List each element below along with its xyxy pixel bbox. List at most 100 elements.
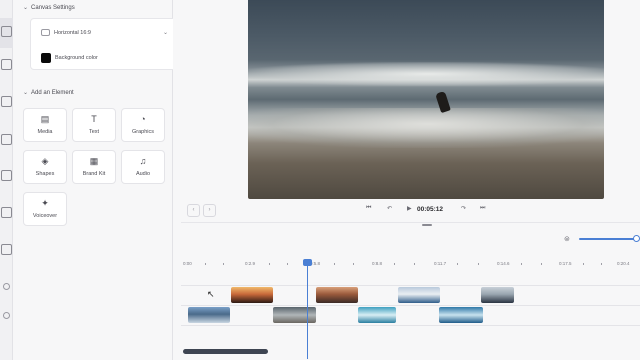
tile-text[interactable]: T Text <box>72 108 116 142</box>
rail-button-media[interactable] <box>0 55 13 85</box>
undo-button[interactable]: ‹ <box>187 204 200 217</box>
canvas-settings-card: Horizontal 16:9 ⌄ Background color <box>30 18 177 70</box>
canvas-settings-title: Canvas Settings <box>31 4 75 11</box>
video-clip[interactable] <box>398 287 440 303</box>
timeline-ruler[interactable]: 0:00 0:2.9 0:5.8 0:8.8 0:11.7 0:14.6 0:1… <box>181 259 640 269</box>
timeline-panel: ⊜ 0:00 0:2.9 0:5.8 0:8.8 0:11.7 0:14.6 0… <box>181 222 640 360</box>
ruler-label: 0:17.5 <box>559 261 572 266</box>
ruler-label: 0:11.7 <box>434 261 447 266</box>
background-color-swatch[interactable] <box>41 53 51 63</box>
tile-voiceover-label: Voiceover <box>32 213 58 219</box>
skip-back-icon[interactable]: ⏮ <box>366 205 371 212</box>
tile-brand-kit-label: Brand Kit <box>82 171 106 177</box>
rail-button-settings[interactable] <box>0 18 13 48</box>
ruler-tick <box>601 263 602 265</box>
track-divider <box>181 285 640 286</box>
ruler-tick <box>583 263 584 265</box>
collapse-handle[interactable] <box>422 224 432 226</box>
graphics-icon: ◔ <box>140 114 146 124</box>
help-icon[interactable] <box>3 283 10 290</box>
ruler-tick <box>541 263 542 265</box>
video-clip[interactable] <box>316 287 358 303</box>
ruler-tick <box>334 263 335 265</box>
brand-rail-icon <box>1 207 12 218</box>
timeline-scrollbar[interactable] <box>183 349 268 354</box>
shapes-rail-icon <box>1 170 12 181</box>
skip-forward-icon[interactable]: ⏭ <box>480 205 485 212</box>
canvas-settings-header[interactable]: ⌄ Canvas Settings <box>23 4 75 12</box>
tile-audio-label: Audio <box>135 171 151 177</box>
ruler-tick <box>521 263 522 265</box>
voiceover-icon: ✦ <box>41 198 49 208</box>
playhead[interactable] <box>307 259 308 359</box>
tile-graphics[interactable]: ◔ Graphics <box>121 108 165 142</box>
video-clip[interactable] <box>273 307 316 323</box>
rail-button-shapes[interactable] <box>0 166 13 196</box>
play-icon[interactable]: ▶ <box>407 205 412 212</box>
video-preview[interactable] <box>248 0 604 199</box>
chevron-down-icon: ⌄ <box>23 90 29 96</box>
settings-icon <box>1 26 12 37</box>
chevron-down-icon: ⌄ <box>23 5 29 11</box>
playhead-handle[interactable] <box>303 259 312 266</box>
ruler-label: 0:2.9 <box>245 261 256 266</box>
tile-text-label: Text <box>88 129 100 135</box>
tile-voiceover[interactable]: ✦ Voiceover <box>23 192 67 226</box>
rail-button-text[interactable] <box>0 92 13 122</box>
track-divider <box>181 305 640 306</box>
mouse-pointer-icon: ↖ <box>207 289 215 299</box>
background-color-label: Background color <box>55 55 98 61</box>
track-divider <box>181 325 640 326</box>
media-icon: ▤ <box>40 114 50 124</box>
tile-shapes-label: Shapes <box>35 171 55 177</box>
tile-media-label: Media <box>37 129 53 135</box>
aspect-ratio-value: Horizontal 16:9 <box>54 29 91 36</box>
step-forward-icon[interactable]: ↷ <box>461 205 466 212</box>
account-icon[interactable] <box>3 312 10 319</box>
audio-rail-icon <box>1 244 12 255</box>
video-clip[interactable] <box>481 287 514 303</box>
text-rail-icon <box>1 96 12 107</box>
rail-button-graphics[interactable] <box>0 130 13 160</box>
audio-icon: ♫ <box>139 156 147 166</box>
redo-button[interactable]: › <box>203 204 216 217</box>
ruler-tick <box>205 263 206 265</box>
ruler-label: 0:14.6 <box>497 261 510 266</box>
graphics-rail-icon <box>1 134 12 145</box>
ruler-tick <box>353 263 354 265</box>
add-element-header[interactable]: ⌄ Add an Element <box>23 89 74 97</box>
ruler-label: 0:20.4 <box>617 261 630 266</box>
brand-kit-icon: ▦ <box>89 156 99 166</box>
media-rail-icon <box>1 59 12 70</box>
ruler-tick <box>457 263 458 265</box>
tile-graphics-label: Graphics <box>131 129 154 135</box>
video-clip[interactable] <box>231 287 273 303</box>
aspect-ratio-dropdown[interactable]: Horizontal 16:9 <box>41 29 91 36</box>
tile-brand-kit[interactable]: ▦ Brand Kit <box>72 150 116 184</box>
preview-stage: ‹ › ⏮ ↶ ▶ 00:05:12 ↷ ⏭ <box>173 0 640 230</box>
step-back-icon[interactable]: ↶ <box>387 205 392 212</box>
tile-audio[interactable]: ♫ Audio <box>121 150 165 184</box>
text-icon: T <box>91 114 97 124</box>
ruler-tick <box>414 263 415 265</box>
zoom-slider[interactable] <box>579 238 637 240</box>
chevron-down-icon[interactable]: ⌄ <box>163 29 168 36</box>
ruler-label: 0:00 <box>183 261 192 266</box>
ruler-tick <box>269 263 270 265</box>
zoom-icon[interactable]: ⊜ <box>564 235 570 243</box>
aspect-ratio-icon <box>41 29 50 36</box>
rail-button-audio[interactable] <box>0 240 13 270</box>
tile-media[interactable]: ▤ Media <box>23 108 67 142</box>
rail-button-brand[interactable] <box>0 203 13 233</box>
ruler-tick <box>223 263 224 265</box>
background-color-control[interactable]: Background color <box>41 53 98 63</box>
wave-foam <box>248 108 604 148</box>
video-clip[interactable] <box>188 307 230 323</box>
zoom-slider-knob[interactable] <box>633 235 640 242</box>
ruler-tick <box>287 263 288 265</box>
video-clip[interactable] <box>358 307 396 323</box>
tile-shapes[interactable]: ◈ Shapes <box>23 150 67 184</box>
video-clip[interactable] <box>439 307 483 323</box>
add-element-title: Add an Element <box>31 89 74 96</box>
left-rail <box>0 0 13 360</box>
